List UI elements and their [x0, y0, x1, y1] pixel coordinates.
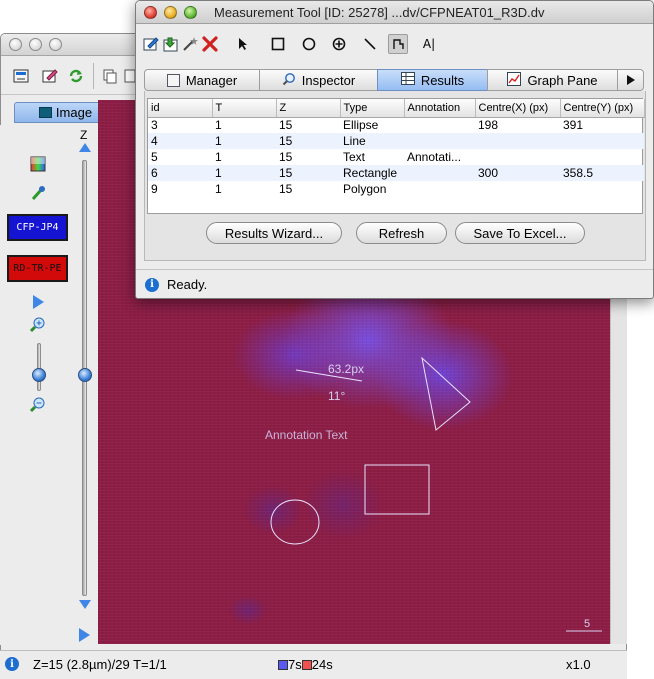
point-icon[interactable]: [329, 34, 349, 54]
tab-manager-label: Manager: [185, 72, 238, 88]
viewer-refresh-icon[interactable]: [67, 67, 85, 85]
viewer-status-bar: i Z=15 (2.8µm)/29 T=1/1 7s 24s x1.0: [0, 650, 627, 679]
wand-icon[interactable]: [180, 34, 200, 54]
manager-icon: [166, 73, 180, 87]
viewer-close-button[interactable]: [9, 38, 22, 51]
image-tab-label: Image: [55, 105, 93, 120]
channel-b-swatch: [301, 660, 312, 670]
microscope-image[interactable]: 63.2px 11° Annotation Text 5: [98, 100, 610, 644]
roi-angle-label: 11°: [328, 389, 346, 403]
mt-minimize-button[interactable]: [164, 6, 177, 19]
viewer-edit-icon[interactable]: [41, 67, 59, 85]
viewer-copy-icon[interactable]: [101, 67, 119, 85]
viewer-minimize-button[interactable]: [29, 38, 42, 51]
tab-results[interactable]: Results: [377, 69, 487, 91]
color-picker-icon[interactable]: [29, 155, 47, 173]
roi-polygon[interactable]: [421, 356, 471, 431]
tab-inspector[interactable]: Inspector: [259, 69, 377, 91]
zoom-in-icon[interactable]: [30, 317, 46, 333]
roi-ellipse[interactable]: [270, 499, 320, 545]
channel-button-cfp[interactable]: CFP-JP4: [7, 214, 68, 241]
edit-icon[interactable]: [141, 34, 161, 54]
roi-line-length-label: 63.2px: [328, 362, 365, 376]
tab-results-label: Results: [420, 72, 465, 88]
mt-toolbar: A|: [136, 25, 653, 63]
tab-graph-pane[interactable]: Graph Pane: [487, 69, 617, 91]
tab-inspector-label: Inspector: [301, 72, 356, 88]
results-icon: [400, 72, 415, 88]
channel-button-rd[interactable]: RD-TR-PE: [7, 255, 68, 282]
channel-label-rd: RD-TR-PE: [13, 263, 62, 274]
select-arrow-icon[interactable]: [233, 34, 253, 54]
mt-window-title: Measurement Tool [ID: 25278] ...dv/CFPNE…: [214, 5, 545, 20]
rectangle-icon[interactable]: [268, 34, 288, 54]
magnifier-icon: [282, 72, 296, 89]
viewer-settings-icon[interactable]: [12, 67, 30, 85]
roi-annotation-text[interactable]: Annotation Text: [265, 428, 348, 442]
eyedropper-icon[interactable]: [29, 183, 47, 203]
zoom-slider-track[interactable]: [37, 343, 41, 391]
z-up-arrow-icon[interactable]: [79, 143, 91, 152]
zoom-slider-knob[interactable]: [32, 368, 46, 382]
line-icon[interactable]: [360, 34, 380, 54]
z-position-text: Z=15 (2.8µm)/29 T=1/1: [33, 657, 167, 672]
polyline-icon[interactable]: [388, 34, 408, 54]
image-tab-icon: [38, 107, 52, 118]
text-icon[interactable]: A|: [419, 34, 439, 54]
z-down-arrow-icon[interactable]: [79, 600, 91, 609]
delete-icon[interactable]: [200, 34, 220, 54]
roi-rectangle[interactable]: [364, 464, 430, 515]
channel-label-cfp: CFP-JP4: [16, 222, 59, 233]
channel-b-time: 24s: [311, 657, 333, 672]
mt-titlebar: Measurement Tool [ID: 25278] ...dv/CFPNE…: [136, 1, 653, 24]
tab-graph-pane-label: Graph Pane: [527, 72, 598, 88]
channel-a-swatch: [278, 660, 288, 670]
info-icon: i: [5, 657, 19, 671]
z-slider-knob[interactable]: [78, 368, 92, 382]
chevron-right-icon: [626, 75, 635, 85]
zoom-level-text: x1.0: [566, 657, 591, 672]
t-play-icon[interactable]: [79, 628, 90, 642]
tab-overflow-button[interactable]: [617, 69, 644, 91]
play-icon[interactable]: [31, 295, 45, 309]
viewer-zoom-button[interactable]: [49, 38, 62, 51]
scalebar-label: 5: [584, 618, 591, 630]
channel-timing: 7s 24s: [278, 657, 333, 672]
save-roi-icon[interactable]: [161, 34, 181, 54]
mt-tab-bar: Manager Inspector Results Graph Pane: [144, 69, 644, 91]
toolbar-divider: [93, 63, 94, 89]
zoom-out-icon[interactable]: [30, 397, 46, 413]
channel-a-time: 7s: [288, 657, 302, 672]
ellipse-icon[interactable]: [299, 34, 319, 54]
mt-zoom-button[interactable]: [184, 6, 197, 19]
tab-manager[interactable]: Manager: [144, 69, 259, 91]
z-slider-label: Z: [80, 128, 88, 142]
mt-close-button[interactable]: [144, 6, 157, 19]
graph-icon: [507, 71, 522, 89]
